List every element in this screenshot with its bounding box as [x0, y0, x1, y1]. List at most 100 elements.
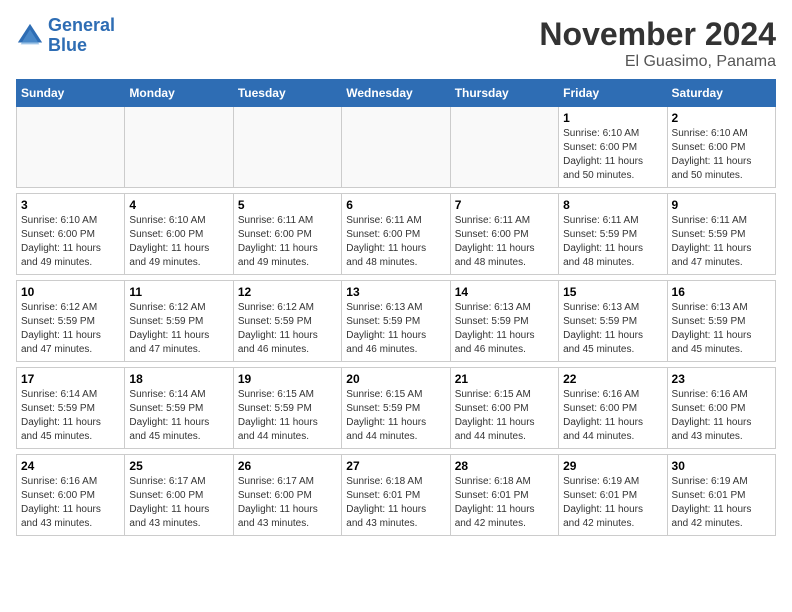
calendar-day-cell: 22 Sunrise: 6:16 AM Sunset: 6:00 PM Dayli… [559, 368, 667, 449]
day-info: Sunrise: 6:17 AM Sunset: 6:00 PM Dayligh… [238, 475, 337, 531]
calendar-day-cell: 14 Sunrise: 6:13 AM Sunset: 5:59 PM Dayli… [450, 281, 558, 362]
day-number: 18 [129, 372, 228, 386]
calendar-day-cell: 19 Sunrise: 6:15 AM Sunset: 5:59 PM Dayli… [233, 368, 341, 449]
calendar-day-cell: 18 Sunrise: 6:14 AM Sunset: 5:59 PM Dayli… [125, 368, 233, 449]
day-info: Sunrise: 6:12 AM Sunset: 5:59 PM Dayligh… [238, 301, 337, 357]
day-info: Sunrise: 6:16 AM Sunset: 6:00 PM Dayligh… [672, 388, 771, 444]
day-number: 28 [455, 459, 554, 473]
day-of-week-header: Tuesday [233, 80, 341, 107]
calendar-day-cell: 13Sunrise: 6:13 AM Sunset: 5:59 PM Dayli… [342, 281, 450, 362]
day-info: Sunrise: 6:14 AM Sunset: 5:59 PM Dayligh… [129, 388, 228, 444]
calendar-week-row: 1 Sunrise: 6:10 AM Sunset: 6:00 PM Daylig… [17, 107, 776, 188]
day-info: Sunrise: 6:18 AM Sunset: 6:01 PM Dayligh… [455, 475, 554, 531]
day-number: 26 [238, 459, 337, 473]
calendar-day-cell: 3Sunrise: 6:10 AM Sunset: 6:00 PM Daylig… [17, 194, 125, 275]
title-block: November 2024 El Guasimo, Panama [539, 16, 776, 71]
day-info: Sunrise: 6:11 AM Sunset: 6:00 PM Dayligh… [238, 214, 337, 270]
day-info: Sunrise: 6:15 AM Sunset: 5:59 PM Dayligh… [346, 388, 445, 444]
day-number: 15 [563, 285, 662, 299]
day-number: 11 [129, 285, 228, 299]
day-number: 29 [563, 459, 662, 473]
day-info: Sunrise: 6:15 AM Sunset: 6:00 PM Dayligh… [455, 388, 554, 444]
calendar-day-cell: 7 Sunrise: 6:11 AM Sunset: 6:00 PM Daylig… [450, 194, 558, 275]
calendar-week-row: 24 Sunrise: 6:16 AM Sunset: 6:00 PM Dayli… [17, 455, 776, 536]
day-info: Sunrise: 6:14 AM Sunset: 5:59 PM Dayligh… [21, 388, 120, 444]
calendar-day-cell: 29 Sunrise: 6:19 AM Sunset: 6:01 PM Dayli… [559, 455, 667, 536]
calendar-day-cell: 8 Sunrise: 6:11 AM Sunset: 5:59 PM Daylig… [559, 194, 667, 275]
location-subtitle: El Guasimo, Panama [539, 53, 776, 71]
day-info: Sunrise: 6:13 AM Sunset: 5:59 PM Dayligh… [455, 301, 554, 357]
day-number: 12 [238, 285, 337, 299]
day-number: 30 [672, 459, 771, 473]
day-number: 24 [21, 459, 120, 473]
calendar-day-cell: 26 Sunrise: 6:17 AM Sunset: 6:00 PM Dayli… [233, 455, 341, 536]
calendar-day-cell: 11 Sunrise: 6:12 AM Sunset: 5:59 PM Dayli… [125, 281, 233, 362]
day-info: Sunrise: 6:18 AM Sunset: 6:01 PM Dayligh… [346, 475, 445, 531]
day-of-week-header: Saturday [667, 80, 775, 107]
day-number: 17 [21, 372, 120, 386]
day-info: Sunrise: 6:12 AM Sunset: 5:59 PM Dayligh… [21, 301, 120, 357]
day-info: Sunrise: 6:10 AM Sunset: 6:00 PM Dayligh… [672, 127, 771, 183]
calendar-day-cell: 4Sunrise: 6:10 AM Sunset: 6:00 PM Daylig… [125, 194, 233, 275]
day-number: 1 [563, 111, 662, 125]
calendar-day-cell [17, 107, 125, 188]
day-number: 7 [455, 198, 554, 212]
logo-line2: Blue [48, 35, 87, 55]
calendar-day-cell: 6 Sunrise: 6:11 AM Sunset: 6:00 PM Daylig… [342, 194, 450, 275]
logo-icon [16, 22, 44, 50]
calendar-day-cell: 16Sunrise: 6:13 AM Sunset: 5:59 PM Dayli… [667, 281, 775, 362]
month-title: November 2024 [539, 16, 776, 53]
page-header: General Blue November 2024 El Guasimo, P… [16, 16, 776, 71]
day-number: 6 [346, 198, 445, 212]
calendar-day-cell [450, 107, 558, 188]
calendar-day-cell: 20Sunrise: 6:15 AM Sunset: 5:59 PM Dayli… [342, 368, 450, 449]
calendar-day-cell: 17 Sunrise: 6:14 AM Sunset: 5:59 PM Dayli… [17, 368, 125, 449]
day-of-week-header: Monday [125, 80, 233, 107]
day-of-week-header: Friday [559, 80, 667, 107]
calendar-header-row: SundayMondayTuesdayWednesdayThursdayFrid… [17, 80, 776, 107]
calendar-week-row: 10 Sunrise: 6:12 AM Sunset: 5:59 PM Dayli… [17, 281, 776, 362]
day-number: 3 [21, 198, 120, 212]
calendar-day-cell: 10 Sunrise: 6:12 AM Sunset: 5:59 PM Dayli… [17, 281, 125, 362]
day-number: 9 [672, 198, 771, 212]
day-number: 22 [563, 372, 662, 386]
day-number: 10 [21, 285, 120, 299]
calendar-day-cell: 24 Sunrise: 6:16 AM Sunset: 6:00 PM Dayli… [17, 455, 125, 536]
day-info: Sunrise: 6:16 AM Sunset: 6:00 PM Dayligh… [21, 475, 120, 531]
calendar-day-cell: 25 Sunrise: 6:17 AM Sunset: 6:00 PM Dayli… [125, 455, 233, 536]
logo: General Blue [16, 16, 115, 56]
day-number: 19 [238, 372, 337, 386]
day-info: Sunrise: 6:13 AM Sunset: 5:59 PM Dayligh… [563, 301, 662, 357]
day-info: Sunrise: 6:11 AM Sunset: 6:00 PM Dayligh… [455, 214, 554, 270]
calendar-day-cell: 15 Sunrise: 6:13 AM Sunset: 5:59 PM Dayli… [559, 281, 667, 362]
calendar-day-cell [342, 107, 450, 188]
day-number: 5 [238, 198, 337, 212]
calendar-day-cell: 2Sunrise: 6:10 AM Sunset: 6:00 PM Daylig… [667, 107, 775, 188]
day-info: Sunrise: 6:19 AM Sunset: 6:01 PM Dayligh… [672, 475, 771, 531]
day-info: Sunrise: 6:15 AM Sunset: 5:59 PM Dayligh… [238, 388, 337, 444]
calendar-table: SundayMondayTuesdayWednesdayThursdayFrid… [16, 79, 776, 536]
calendar-day-cell: 30 Sunrise: 6:19 AM Sunset: 6:01 PM Dayli… [667, 455, 775, 536]
day-of-week-header: Wednesday [342, 80, 450, 107]
day-info: Sunrise: 6:11 AM Sunset: 5:59 PM Dayligh… [672, 214, 771, 270]
calendar-day-cell [233, 107, 341, 188]
day-info: Sunrise: 6:13 AM Sunset: 5:59 PM Dayligh… [346, 301, 445, 357]
day-info: Sunrise: 6:17 AM Sunset: 6:00 PM Dayligh… [129, 475, 228, 531]
day-info: Sunrise: 6:10 AM Sunset: 6:00 PM Dayligh… [563, 127, 662, 183]
day-info: Sunrise: 6:12 AM Sunset: 5:59 PM Dayligh… [129, 301, 228, 357]
day-info: Sunrise: 6:19 AM Sunset: 6:01 PM Dayligh… [563, 475, 662, 531]
day-number: 14 [455, 285, 554, 299]
calendar-day-cell: 1 Sunrise: 6:10 AM Sunset: 6:00 PM Daylig… [559, 107, 667, 188]
day-number: 8 [563, 198, 662, 212]
day-number: 25 [129, 459, 228, 473]
calendar-day-cell: 5 Sunrise: 6:11 AM Sunset: 6:00 PM Daylig… [233, 194, 341, 275]
day-of-week-header: Thursday [450, 80, 558, 107]
day-info: Sunrise: 6:11 AM Sunset: 5:59 PM Dayligh… [563, 214, 662, 270]
day-info: Sunrise: 6:11 AM Sunset: 6:00 PM Dayligh… [346, 214, 445, 270]
calendar-day-cell: 27 Sunrise: 6:18 AM Sunset: 6:01 PM Dayli… [342, 455, 450, 536]
day-number: 27 [346, 459, 445, 473]
day-info: Sunrise: 6:16 AM Sunset: 6:00 PM Dayligh… [563, 388, 662, 444]
calendar-day-cell [125, 107, 233, 188]
day-number: 23 [672, 372, 771, 386]
day-number: 21 [455, 372, 554, 386]
